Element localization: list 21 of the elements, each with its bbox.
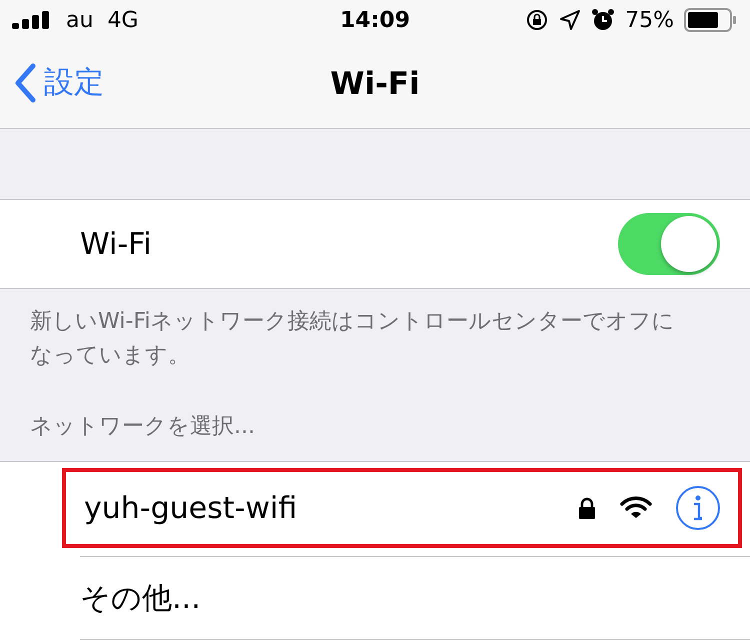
clock-time: 14:09: [340, 8, 410, 32]
network-type: 4G: [107, 8, 138, 32]
chevron-left-icon: [14, 62, 36, 102]
signal-icon: [12, 11, 52, 29]
carrier-name: au: [66, 8, 94, 32]
wifi-label: Wi-Fi: [80, 226, 153, 262]
rotation-lock-icon: [525, 8, 550, 32]
location-arrow-icon: [559, 9, 582, 31]
other-network-item[interactable]: その他...: [80, 578, 750, 618]
footer-note: 新しいWi-Fiネットワーク接続はコントロールセンターでオフになっています。: [29, 308, 676, 370]
network-name: yuh-guest-wifi: [84, 490, 298, 526]
section-header: ネットワークを選択...: [29, 413, 256, 441]
alarm-clock-icon: [591, 8, 616, 32]
info-button[interactable]: [676, 486, 720, 530]
battery-percent: 75%: [625, 8, 674, 32]
wifi-signal-icon: [620, 496, 652, 520]
info-icon: [693, 495, 703, 521]
battery-icon: [684, 8, 738, 32]
page-title: Wi-Fi: [330, 66, 420, 102]
back-button[interactable]: 設定: [14, 62, 104, 103]
network-row[interactable]: yuh-guest-wifi: [62, 468, 742, 548]
